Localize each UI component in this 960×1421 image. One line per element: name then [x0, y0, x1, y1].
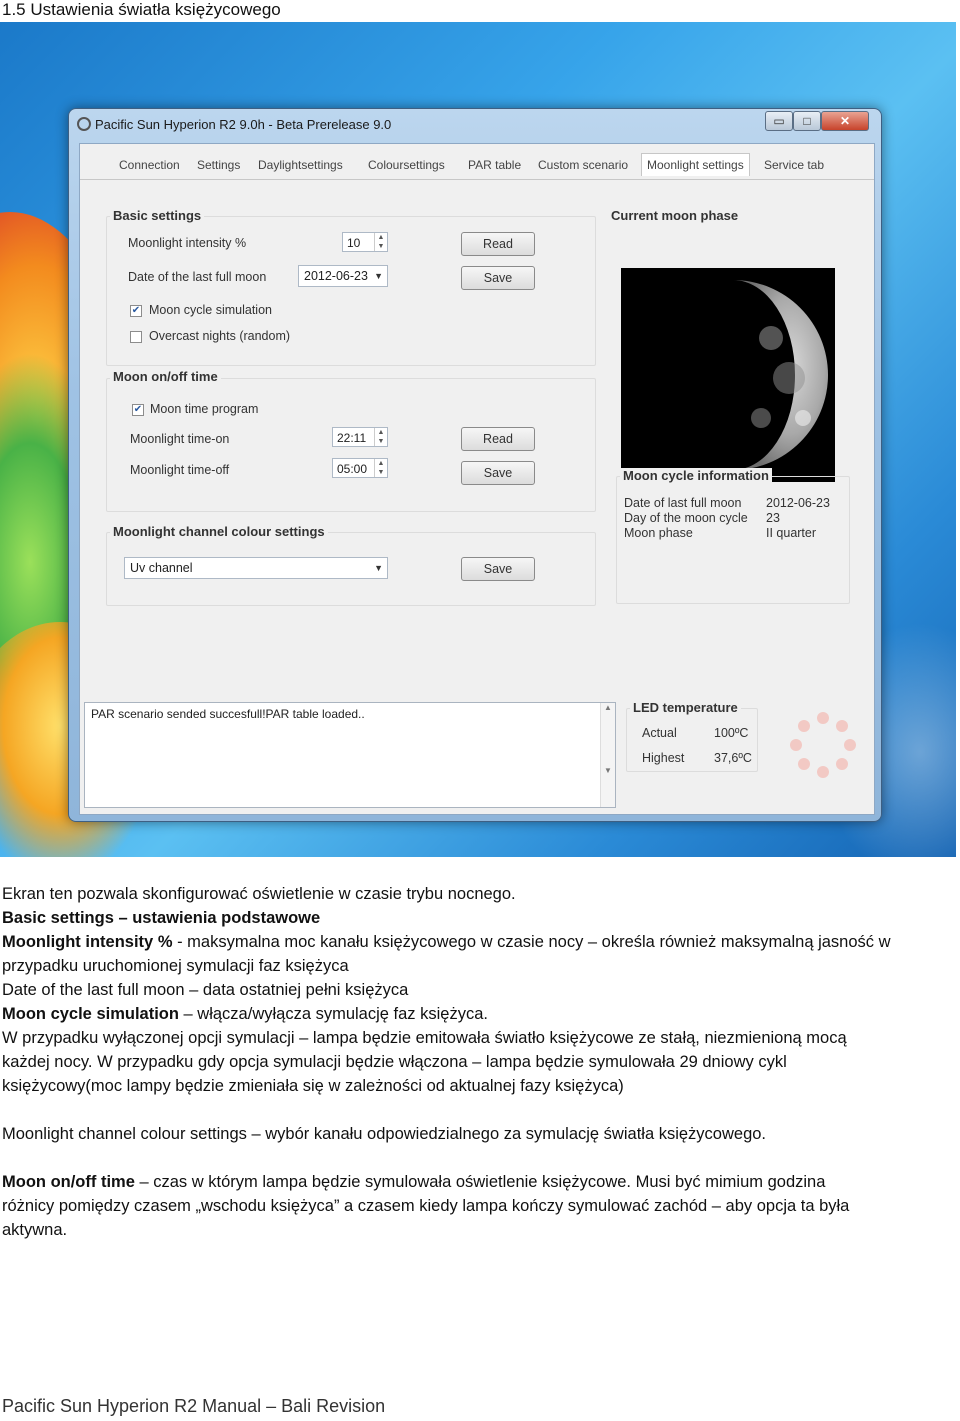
moon-icon [733, 280, 828, 470]
overcast-label: Overcast nights (random) [149, 329, 291, 343]
window-title: Pacific Sun Hyperion R2 9.0h - Beta Prer… [95, 117, 392, 132]
last-full-moon-date-picker[interactable]: 2012-06-23 ▼ [298, 265, 388, 287]
moon-cycle-label: Moon cycle simulation [149, 303, 272, 317]
tab-daylightsettings[interactable]: Daylightsettings [253, 156, 348, 174]
definition: - maksymalna moc kanału księżycowego w c… [172, 933, 891, 951]
term: Moon on/off time [2, 1173, 135, 1191]
time-on-label: Moonlight time-on [130, 432, 230, 446]
time-off-stepper[interactable]: 05:00 ▲ ▼ [332, 458, 388, 478]
time-on-stepper[interactable]: 22:11 ▲ ▼ [332, 427, 388, 447]
definition: – włącza/wyłącza symulację faz księżyca. [178, 1005, 488, 1023]
status-log-text: PAR scenario sended succesfull!PAR table… [91, 707, 365, 721]
last-full-moon-value: 2012-06-23 [304, 269, 368, 283]
spin-arrows-icon[interactable]: ▲ ▼ [374, 428, 387, 446]
led-highest-value: 37,6ºC [714, 751, 752, 765]
tab-divider [80, 179, 874, 180]
paragraph: W przypadku wyłączonej opcji symulacji –… [2, 1029, 847, 1047]
minimize-button[interactable]: ▭ [765, 111, 793, 131]
moon-time-program-checkbox[interactable]: ✔ [132, 404, 144, 416]
current-moon-phase-title: Current moon phase [608, 208, 742, 223]
chevron-down-icon[interactable]: ▼ [374, 558, 383, 578]
paragraph: Moon on/off time – czas w którym lampa b… [2, 1170, 958, 1194]
paragraph: Basic settings – ustawienia podstawowe [2, 909, 321, 927]
channel-selected: Uv channel [130, 561, 193, 575]
paragraph: księżycowy(moc lampy będzie zmieniała si… [2, 1077, 624, 1095]
time-off-label: Moonlight time-off [130, 463, 230, 477]
cycle-label-day: Day of the moon cycle [624, 511, 748, 525]
moon-time-program-label: Moon time program [150, 402, 259, 416]
onoff-read-button[interactable]: Read [461, 427, 535, 451]
read-button[interactable]: Read [461, 232, 535, 256]
paragraph: każdej nocy. W przypadku gdy opcja symul… [2, 1053, 787, 1071]
paragraph: Moonlight intensity % - maksymalna moc k… [2, 930, 958, 954]
maximize-button[interactable]: □ [793, 111, 821, 131]
last-full-moon-label: Date of the last full moon [128, 270, 267, 284]
intensity-stepper[interactable]: 10 ▲ ▼ [342, 232, 388, 252]
led-actual-label: Actual [642, 726, 677, 740]
cycle-label-full-moon: Date of last full moon [624, 496, 742, 510]
paragraph: Moon cycle simulation – włącza/wyłącza s… [2, 1002, 958, 1026]
intensity-label: Moonlight intensity % [128, 236, 247, 250]
term: Moonlight intensity % [2, 933, 173, 951]
time-off-value: 05:00 [337, 462, 368, 476]
paragraph: Ekran ten pozwala skonfigurować oświetle… [2, 885, 516, 903]
window-client: Connection Settings Daylightsettings Col… [79, 143, 875, 815]
tab-bar: Connection Settings Daylightsettings Col… [80, 144, 874, 184]
cycle-value-phase: II quarter [766, 526, 817, 540]
led-actual-value: 100ºC [714, 726, 749, 740]
scrollbar[interactable]: ▲ ▼ [600, 703, 615, 807]
basic-settings-title: Basic settings [110, 208, 205, 223]
paragraph: różnicy pomiędzy czasem „wschodu księżyc… [2, 1197, 850, 1215]
term: Moon cycle simulation [2, 1005, 179, 1023]
channel-colour-title: Moonlight channel colour settings [110, 524, 328, 539]
tab-par-table[interactable]: PAR table [463, 156, 526, 174]
moon-phase-image [621, 268, 835, 482]
status-log[interactable]: PAR scenario sended succesfull!PAR table… [84, 702, 616, 808]
cycle-value-full-moon: 2012-06-23 [766, 496, 830, 510]
save-button[interactable]: Save [461, 266, 535, 290]
loading-spinner-icon [788, 710, 858, 780]
tab-custom-scenario[interactable]: Custom scenario [533, 156, 633, 174]
tab-moonlight-settings[interactable]: Moonlight settings [641, 153, 750, 176]
moon-cycle-checkbox[interactable]: ✔ [130, 305, 142, 317]
tab-service[interactable]: Service tab [759, 156, 829, 174]
section-heading: 1.5 Ustawienia światła księżycowego [2, 0, 281, 19]
app-window: Pacific Sun Hyperion R2 9.0h - Beta Prer… [68, 108, 882, 822]
tab-coloursettings[interactable]: Coloursettings [363, 156, 450, 174]
spin-arrows-icon[interactable]: ▲ ▼ [374, 233, 387, 251]
app-icon [77, 117, 91, 131]
tab-connection[interactable]: Connection [114, 156, 185, 174]
channel-select[interactable]: Uv channel ▼ [124, 557, 388, 579]
desktop-screenshot: Pacific Sun Hyperion R2 9.0h - Beta Prer… [0, 22, 956, 857]
page-footer: Pacific Sun Hyperion R2 Manual – Bali Re… [2, 1396, 386, 1416]
chevron-down-icon[interactable]: ▼ [374, 266, 383, 286]
moon-cycle-info-title: Moon cycle information [620, 468, 772, 483]
led-temperature-title: LED temperature [630, 700, 741, 715]
paragraph: aktywna. [2, 1221, 68, 1239]
channel-save-button[interactable]: Save [461, 557, 535, 581]
overcast-checkbox[interactable] [130, 331, 142, 343]
cycle-label-phase: Moon phase [624, 526, 693, 540]
led-highest-label: Highest [642, 751, 685, 765]
moon-onoff-title: Moon on/off time [110, 369, 221, 384]
definition: – czas w którym lampa będzie symulowała … [134, 1173, 826, 1191]
tab-settings[interactable]: Settings [192, 156, 245, 174]
paragraph: Date of the last full moon – data ostatn… [2, 981, 409, 999]
spin-arrows-icon[interactable]: ▲ ▼ [374, 459, 387, 477]
onoff-save-button[interactable]: Save [461, 461, 535, 485]
cycle-value-day: 23 [766, 511, 780, 525]
paragraph: przypadku uruchomionej symulacji faz ksi… [2, 957, 349, 975]
paragraph: Moonlight channel colour settings – wybó… [2, 1125, 767, 1143]
time-on-value: 22:11 [337, 431, 367, 445]
intensity-value: 10 [347, 236, 361, 250]
close-button[interactable]: ✕ [821, 111, 869, 131]
